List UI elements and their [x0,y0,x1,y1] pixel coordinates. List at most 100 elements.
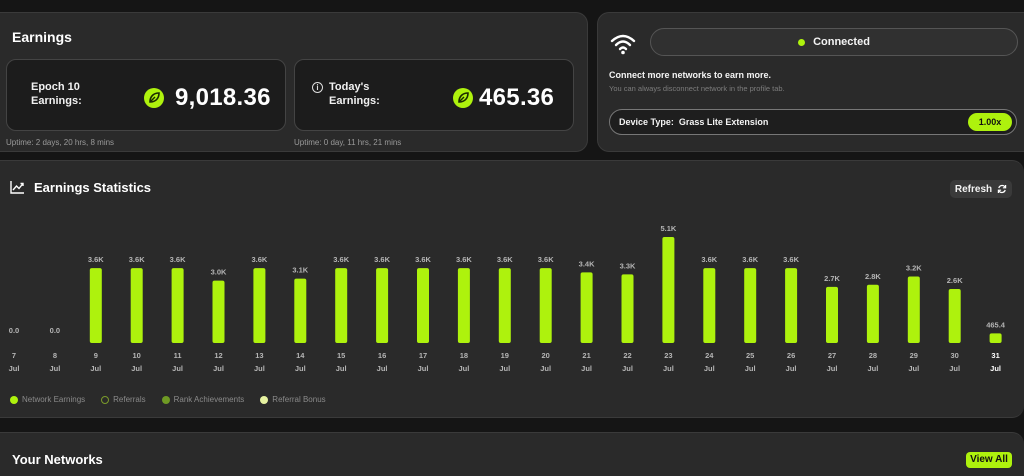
x-tick-sublabel: Jul [581,364,592,373]
x-tick-sublabel: Jul [172,364,183,373]
chart-bar[interactable] [253,268,266,343]
bar-data-label: 3.6K [415,255,431,264]
bar-data-label: 3.1K [292,266,308,275]
x-tick-label: 26 [787,351,795,360]
dashboard: Earnings Epoch 10 Earnings: 9,018.36 Upt… [0,0,1024,476]
bar-data-label: 2.6K [947,276,963,285]
bar-data-label: 3.6K [129,255,145,264]
bar-data-label: 3.6K [456,255,472,264]
chart-bar[interactable] [539,268,552,343]
legend-dot-icon [260,395,269,404]
chart-bar[interactable] [866,284,879,343]
chart-bar[interactable] [662,237,675,343]
legend-item[interactable]: Referrals [101,395,146,404]
today-earnings-box: i Today's Earnings: 465.36 [294,59,574,131]
bar-data-label: 2.8K [865,272,881,281]
disconnect-note: You can always disconnect network in the… [609,84,785,93]
x-tick-sublabel: Jul [213,364,224,373]
x-tick-sublabel: Jul [949,364,960,373]
x-tick-label: 14 [296,351,305,360]
status-dot-icon [798,38,806,46]
bar-data-label: 0.0 [9,326,19,335]
chart-bar[interactable] [171,268,184,343]
chart-bar[interactable] [212,280,225,343]
x-tick-sublabel: Jul [867,364,878,373]
epoch-earnings-label: Epoch 10 Earnings: [31,81,82,107]
chart-legend: Network Earnings Referrals Rank Achievem… [10,395,326,404]
x-tick-sublabel: Jul [254,364,265,373]
x-tick-sublabel: Jul [663,364,674,373]
bar-data-label: 465.4 [986,320,1006,329]
connection-status-pill[interactable]: Connected [650,28,1018,56]
x-tick-label: 28 [869,351,877,360]
chart-bar[interactable] [89,268,102,343]
x-tick-label: 22 [623,351,631,360]
x-tick-label: 8 [53,351,57,360]
x-tick-sublabel: Jul [49,364,60,373]
today-earnings-value: 465.36 [479,84,555,111]
bar-data-label: 3.2K [906,263,922,272]
bar-data-label: 2.7K [824,274,840,283]
bar-data-label: 3.0K [211,268,227,277]
x-tick-label: 25 [746,351,754,360]
chart-bar[interactable] [785,268,798,343]
x-tick-label: 17 [419,351,427,360]
chart-bar[interactable] [130,268,143,343]
bar-data-label: 3.6K [497,255,513,264]
info-icon[interactable]: i [312,82,323,93]
chart-bar[interactable] [580,272,593,343]
chart-bar[interactable] [744,268,757,343]
x-tick-label: 29 [910,351,918,360]
legend-dot-icon [10,395,18,404]
chart-bar[interactable] [457,268,470,343]
refresh-label: Refresh [954,183,993,195]
x-tick-label: 11 [174,351,182,360]
x-tick-label: 27 [828,351,836,360]
bar-data-label: 3.6K [88,255,104,264]
today-uptime: Uptime: 0 day, 11 hrs, 21 mins [294,138,402,147]
chart-bar[interactable] [417,268,429,343]
chart-bar[interactable] [948,288,961,343]
chart-bar[interactable] [294,278,307,343]
x-tick-label: 7 [12,351,16,360]
x-tick-label: 31 [991,351,999,360]
bar-data-label: 3.4K [579,259,595,268]
x-tick-label: 10 [133,351,141,360]
bar-data-label: 3.6K [374,255,390,264]
wifi-icon [610,34,636,55]
x-tick-label: 21 [582,351,590,360]
legend-item[interactable]: Network Earnings [10,395,85,404]
x-tick-sublabel: Jul [336,364,347,373]
refresh-button[interactable]: Refresh [950,180,1012,198]
earnings-bar-chart: 0.0 7 Jul 0.0 8 Jul 3.6K 9 Jul 3.6K 10 Jul 3.6K 11 Jul… [9,224,1006,373]
chart-bar[interactable] [498,268,511,343]
earnings-statistics-card: 0.0 7 Jul 0.0 8 Jul 3.6K 9 Jul 3.6K 10 Jul 3.6K 11 Jul… [0,160,1024,418]
x-tick-label: 12 [214,351,222,360]
chart-bar[interactable] [826,286,838,343]
x-tick-sublabel: Jul [540,364,551,373]
legend-item[interactable]: Rank Achievements [161,395,244,404]
x-tick-sublabel: Jul [990,364,1001,373]
statistics-title: Earnings Statistics [34,180,152,195]
x-tick-label: 24 [705,351,714,360]
x-tick-sublabel: Jul [9,364,20,373]
epoch-earnings-value: 9,018.36 [175,84,271,111]
x-tick-label: 13 [255,351,263,360]
x-tick-label: 16 [378,351,386,360]
legend-item[interactable]: Referral Bonus [260,395,326,404]
today-earnings-label: Today's Earnings: [329,81,380,107]
chart-bar[interactable] [621,274,634,343]
chart-bar[interactable] [703,268,716,343]
bar-data-label: 0.0 [50,326,60,335]
chart-bar[interactable] [907,276,920,343]
chart-bar[interactable] [376,268,389,343]
chart-bar[interactable] [335,268,348,343]
x-tick-sublabel: Jul [458,364,469,373]
bar-data-label: 3.6K [251,255,267,264]
device-type-label: Device Type: Grass Lite Extension [619,117,769,127]
x-tick-sublabel: Jul [704,364,715,373]
view-all-button[interactable]: View All [966,452,1012,468]
bar-data-label: 3.6K [333,255,349,264]
x-tick-sublabel: Jul [908,364,919,373]
chart-bar[interactable] [989,333,1002,343]
